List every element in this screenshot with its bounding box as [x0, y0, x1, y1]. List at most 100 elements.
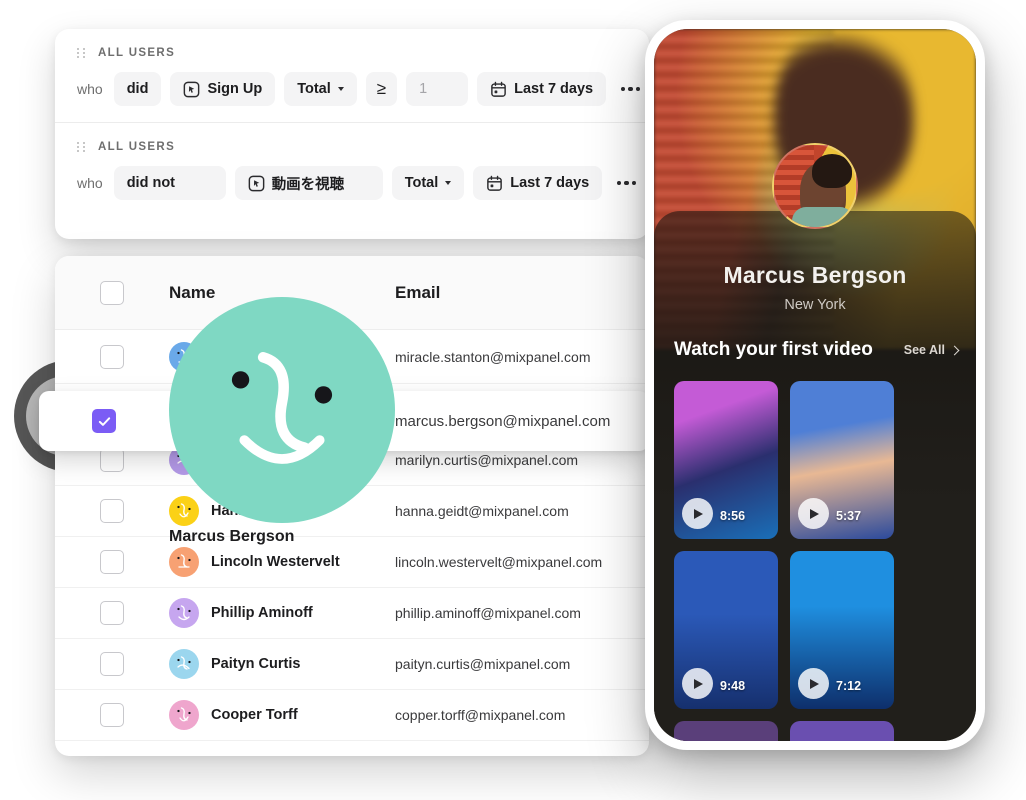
calendar-icon — [487, 175, 503, 191]
row-name-label: Cooper Torff — [211, 707, 298, 723]
row-name-cell: Cooper Torff — [169, 700, 395, 730]
screenshot-stage: ALL USERS who did Sign Up Total ≥ 1 Last… — [0, 0, 1026, 800]
video-card[interactable]: 6:45 — [674, 721, 778, 741]
row-checkbox-cell — [55, 344, 169, 369]
filter-row-1-verb-label: did — [126, 81, 149, 97]
row-checkbox[interactable] — [100, 703, 124, 727]
filter-row-1-measure-dropdown[interactable]: Total — [284, 72, 357, 106]
video-duration: 9:48 — [720, 679, 746, 693]
filter-row-1-date-dropdown[interactable]: Last 7 days — [477, 72, 607, 106]
chevron-down-icon — [337, 87, 344, 91]
row-email-label: marcus.bergson@mixpanel.com — [395, 412, 611, 430]
video-card[interactable]: 7:12 — [790, 551, 894, 709]
filter-row-2-more-icon[interactable] — [611, 180, 642, 186]
filter-row-2-measure-label: Total — [404, 175, 439, 191]
filter-row-2-verb-dropdown[interactable]: did not — [113, 166, 226, 200]
row-checkbox[interactable] — [100, 550, 124, 574]
filter-row-2-event-label: 動画を視聴 — [271, 176, 345, 193]
see-all-label: See All — [903, 343, 945, 357]
row-checkbox[interactable] — [100, 499, 124, 523]
row-checkbox[interactable] — [100, 652, 124, 676]
select-all-checkbox[interactable] — [100, 280, 124, 305]
see-all-link[interactable]: See All — [903, 343, 960, 357]
row-email-label: lincoln.westervelt@mixpanel.com — [395, 554, 603, 570]
row-email-label: phillip.aminoff@mixpanel.com — [395, 605, 581, 621]
filter-row-2-event-dropdown[interactable]: 動画を視聴 — [234, 166, 383, 200]
filter-row-2-verb-label: did not — [126, 175, 176, 191]
filter-row-2-date-label: Last 7 days — [510, 175, 590, 191]
filter-row-1-verb-dropdown[interactable]: did — [113, 72, 162, 106]
filter-row-2-who-label: who — [77, 175, 103, 191]
row-name-label: Phillip Aminoff — [211, 605, 313, 621]
cursor-click-icon — [184, 81, 200, 97]
filter-row-1-event-dropdown[interactable]: Sign Up — [170, 72, 276, 106]
row-name-label: Lincoln Westervelt — [211, 554, 340, 570]
filter-row-1-operator-dropdown[interactable]: ≥ — [365, 72, 398, 106]
avatar-cooper-torff — [169, 700, 199, 730]
filter-row-1-group-label: ALL USERS — [98, 47, 176, 59]
play-icon[interactable] — [682, 668, 713, 699]
row-email-label: marilyn.curtis@mixpanel.com — [395, 452, 579, 468]
row-name-label: Marcus Bergson — [169, 527, 295, 545]
video-card[interactable]: 9:48 — [674, 551, 778, 709]
avatar-lincoln-westervelt — [169, 547, 199, 577]
row-checkbox-cell — [55, 448, 169, 472]
row-checkbox-cell — [55, 550, 169, 574]
video-duration: 5:37 — [836, 509, 862, 523]
profile-avatar — [772, 143, 858, 229]
filter-row-1-value-text: 1 — [419, 81, 428, 97]
filter-row-2-controls: who did not 動画を視聴 Total Last 7 days — [77, 166, 649, 200]
table-row-selected[interactable]: Marcus Bergson marcus.bergson@mixpanel.c… — [39, 296, 649, 545]
calendar-icon — [491, 81, 506, 97]
check-icon — [98, 416, 110, 426]
filter-row-2-measure-dropdown[interactable]: Total — [391, 166, 465, 200]
cursor-click-icon — [248, 175, 265, 191]
filter-row-2-date-dropdown[interactable]: Last 7 days — [473, 166, 603, 200]
video-card[interactable]: 8:56 — [674, 381, 778, 539]
table-row[interactable]: Paityn Curtis paityn.curtis@mixpanel.com — [55, 639, 649, 690]
row-checkbox[interactable] — [100, 601, 124, 625]
avatar-marcus-bergson — [169, 296, 395, 527]
play-icon[interactable] — [798, 498, 829, 529]
row-checkbox-cell — [39, 409, 169, 433]
drag-handle-icon[interactable] — [77, 48, 86, 58]
filter-row-1-date-label: Last 7 days — [514, 81, 594, 97]
table-row[interactable]: Cooper Torff copper.torff@mixpanel.com — [55, 690, 649, 741]
row-email-label: miracle.stanton@mixpanel.com — [395, 348, 591, 365]
video-card[interactable]: 7:42 — [790, 721, 894, 741]
row-email-label: copper.torff@mixpanel.com — [395, 707, 566, 723]
video-duration: 7:12 — [836, 679, 862, 693]
filter-row-1-group: ALL USERS — [77, 47, 649, 59]
profile-city: New York — [784, 297, 846, 313]
row-checkbox[interactable] — [100, 344, 124, 369]
video-section-header: Watch your first video See All — [674, 339, 960, 361]
row-checkbox-checked[interactable] — [92, 409, 116, 433]
row-email-label: hanna.geidt@mixpanel.com — [395, 503, 569, 519]
row-checkbox-cell — [55, 652, 169, 676]
chevron-down-icon — [445, 181, 452, 185]
video-grid: 8:56 5:37 9:48 7:12 6:45 7:42 — [674, 381, 976, 741]
phone-screen: Marcus Bergson New York Watch your first… — [654, 29, 976, 741]
column-header-email[interactable]: Email — [395, 283, 649, 303]
filter-row-1-measure-label: Total — [297, 81, 331, 97]
filter-row-1-more-icon[interactable] — [615, 86, 646, 92]
profile-name: Marcus Bergson — [723, 262, 907, 288]
filter-row-1: ALL USERS who did Sign Up Total ≥ 1 Last… — [55, 29, 649, 122]
row-name-label: Paityn Curtis — [211, 656, 301, 672]
filter-row-1-operator-label: ≥ — [376, 79, 387, 98]
drag-handle-icon[interactable] — [77, 142, 86, 152]
phone-mockup: Marcus Bergson New York Watch your first… — [645, 20, 985, 750]
row-checkbox-cell — [55, 703, 169, 727]
row-name-cell: Phillip Aminoff — [169, 598, 395, 628]
row-name-cell: Paityn Curtis — [169, 649, 395, 679]
row-name-cell: Lincoln Westervelt — [169, 547, 395, 577]
play-icon[interactable] — [798, 668, 829, 699]
filter-row-1-who-label: who — [77, 81, 103, 97]
filter-row-1-value-input[interactable]: 1 — [406, 72, 469, 106]
table-row[interactable]: Phillip Aminoff phillip.aminoff@mixpanel.… — [55, 588, 649, 639]
video-card[interactable]: 5:37 — [790, 381, 894, 539]
play-icon[interactable] — [682, 498, 713, 529]
avatar-paityn-curtis — [169, 649, 199, 679]
video-section-title: Watch your first video — [674, 339, 873, 360]
row-checkbox[interactable] — [100, 448, 124, 472]
